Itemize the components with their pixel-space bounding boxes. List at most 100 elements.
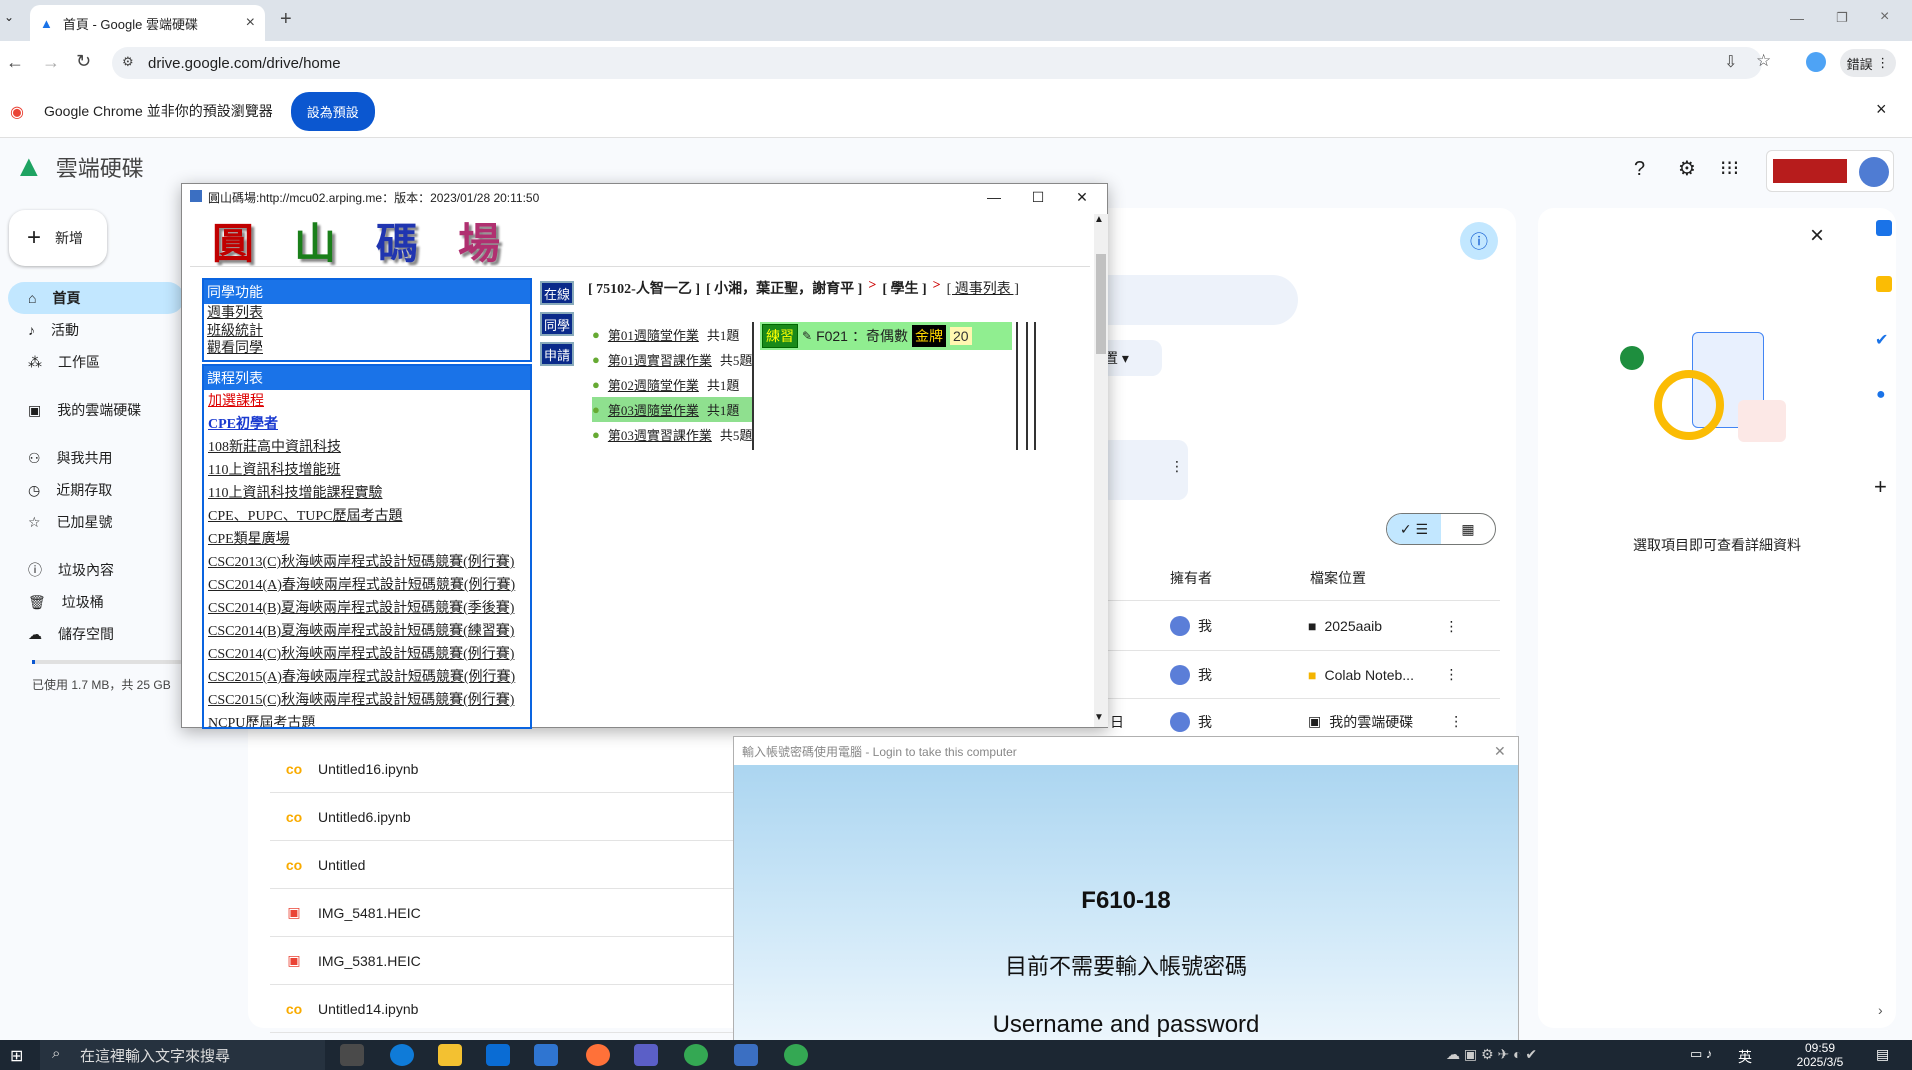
homework-title[interactable]: 第01週實習課作業 bbox=[608, 350, 712, 369]
link-weekly[interactable]: 週事列表 bbox=[204, 304, 530, 323]
nav-starred[interactable]: ☆ 已加星號 bbox=[8, 506, 184, 538]
taskbar-search[interactable]: ⌕ 在這裡輸入文字來搜尋 bbox=[40, 1040, 325, 1070]
profile-button[interactable]: 錯誤 ⋮ bbox=[1840, 49, 1896, 77]
nav-trash[interactable]: 🗑 垃圾桶 bbox=[8, 586, 184, 618]
classmates-button[interactable]: 同學 bbox=[540, 312, 574, 336]
settings-gear-icon[interactable]: ⚙ bbox=[1678, 156, 1696, 181]
course-link[interactable]: CSC2013(C)秋海峽兩岸程式設計短碼競賽(例行賽) bbox=[204, 551, 530, 574]
install-icon[interactable]: ⇩ bbox=[1724, 52, 1737, 72]
reload-icon[interactable]: ↻ bbox=[76, 51, 91, 72]
info-icon[interactable]: ⓘ bbox=[1460, 222, 1498, 260]
scroll-down-icon[interactable]: ▼ bbox=[1094, 712, 1104, 723]
list-item[interactable]: ● 第02週隨堂作業 共1題 bbox=[592, 372, 752, 397]
course-link[interactable]: CSC2014(B)夏海峽兩岸程式設計短碼競賽(練習賽) bbox=[204, 620, 530, 643]
course-link[interactable]: 110上資訊科技增能課程實驗 bbox=[204, 482, 530, 505]
more-options-icon[interactable]: ⋮ bbox=[1444, 666, 1458, 683]
notification-icon[interactable]: ▤ bbox=[1876, 1046, 1889, 1063]
search-bar-fragment[interactable] bbox=[1080, 275, 1298, 325]
scroll-thumb[interactable] bbox=[1096, 254, 1106, 354]
course-link[interactable]: CSC2014(C)秋海峽兩岸程式設計短碼競賽(例行賽) bbox=[204, 643, 530, 666]
course-link[interactable]: 110上資訊科技增能班 bbox=[204, 459, 530, 482]
ime-indicator[interactable]: 英 bbox=[1738, 1047, 1752, 1067]
more-options-icon[interactable]: ⋮ bbox=[1449, 713, 1463, 730]
problem-id[interactable]: F021 bbox=[816, 328, 848, 344]
nav-spam[interactable]: ⓘ 垃圾內容 bbox=[8, 554, 184, 586]
restore-icon[interactable]: ❐ bbox=[1836, 10, 1848, 26]
add-addon-icon[interactable]: + bbox=[1874, 474, 1887, 500]
table-row[interactable]: 我 ■ Colab Noteb... ⋮ bbox=[1108, 650, 1500, 698]
address-bar[interactable]: drive.google.com/drive/home bbox=[112, 47, 1762, 79]
suggested-card-fragment[interactable]: ⋮ bbox=[1100, 440, 1188, 500]
course-link[interactable]: CSC2015(C)秋海峽兩岸程式設計短碼競賽(例行賽) bbox=[204, 689, 530, 712]
file-explorer-icon[interactable] bbox=[438, 1044, 462, 1066]
homework-title[interactable]: 第03週實習課作業 bbox=[608, 425, 712, 444]
course-link[interactable]: CPE類星廣場 bbox=[204, 528, 530, 551]
course-link[interactable]: CSC2014(B)夏海峽兩岸程式設計短碼競賽(季後賽) bbox=[204, 597, 530, 620]
apps-grid-icon[interactable]: ⁝⁝⁝ bbox=[1720, 156, 1739, 181]
apply-button[interactable]: 申請 bbox=[540, 342, 574, 366]
task-view-icon[interactable] bbox=[340, 1044, 364, 1066]
more-options-icon[interactable]: ⋮ bbox=[1444, 618, 1458, 635]
edge-icon[interactable] bbox=[390, 1044, 414, 1066]
problem-name[interactable]: ：奇偶數 bbox=[852, 326, 908, 346]
new-button[interactable]: + 新增 bbox=[9, 210, 107, 266]
bookmark-star-icon[interactable]: ☆ bbox=[1756, 51, 1771, 71]
minimize-icon[interactable]: — bbox=[1790, 10, 1804, 26]
popup-minimize-icon[interactable]: — bbox=[972, 184, 1016, 210]
tray-icons[interactable]: ☁ ▣ ⚙ ✈ ◐ ✔ bbox=[1446, 1046, 1537, 1063]
keep-icon[interactable] bbox=[1876, 276, 1892, 292]
infobar-close-icon[interactable]: × bbox=[1876, 99, 1887, 120]
new-tab-icon[interactable]: + bbox=[280, 8, 292, 31]
browser-tab[interactable]: ▲ 首頁 - Google 雲端硬碟 × bbox=[30, 5, 265, 41]
popup-maximize-icon[interactable]: ☐ bbox=[1016, 184, 1060, 210]
mail-icon[interactable] bbox=[534, 1044, 558, 1066]
nav-storage[interactable]: ☁ 儲存空間 bbox=[8, 618, 184, 650]
set-default-button[interactable]: 設為預設 bbox=[290, 91, 375, 131]
more-options-icon[interactable]: ⋮ bbox=[1170, 458, 1184, 475]
course-link[interactable]: CPE初學者 bbox=[204, 413, 530, 436]
account-switcher[interactable] bbox=[1766, 150, 1894, 192]
link-class-stats[interactable]: 班級統計 bbox=[204, 323, 530, 340]
nav-shared[interactable]: ⚇ 與我共用 bbox=[8, 442, 184, 474]
network-icon[interactable]: ▭ ♪ bbox=[1690, 1046, 1712, 1062]
table-row[interactable]: 我 ■ 2025aaib ⋮ bbox=[1108, 602, 1500, 650]
homework-title[interactable]: 第01週隨堂作業 bbox=[608, 325, 699, 344]
course-link[interactable]: CSC2014(A)春海峽兩岸程式設計短碼競賽(例行賽) bbox=[204, 574, 530, 597]
chrome-profile-icon[interactable] bbox=[784, 1044, 808, 1066]
nav-activity[interactable]: ♪ 活動 bbox=[8, 314, 184, 346]
extension-icon[interactable] bbox=[1806, 52, 1826, 72]
forward-icon[interactable]: → bbox=[42, 52, 60, 73]
expand-rail-icon[interactable]: › bbox=[1878, 1002, 1883, 1018]
homework-title[interactable]: 第02週隨堂作業 bbox=[608, 375, 699, 394]
tab-list-icon[interactable]: ⌄ bbox=[4, 10, 14, 24]
login-close-icon[interactable]: ✕ bbox=[1494, 743, 1506, 760]
course-link[interactable]: 108新莊高中資訊科技 bbox=[204, 436, 530, 459]
course-link[interactable]: CPE、PUPC、TUPC歷屆考古題 bbox=[204, 505, 530, 528]
scroll-up-icon[interactable]: ▲ bbox=[1094, 214, 1104, 225]
windows-start-icon[interactable]: ⊞ bbox=[10, 1046, 23, 1066]
list-item[interactable]: ● 第03週隨堂作業 共1題 bbox=[592, 397, 752, 422]
contacts-icon[interactable]: ● bbox=[1876, 386, 1886, 404]
course-link[interactable]: CSC2015(A)春海峽兩岸程式設計短碼競賽(例行賽) bbox=[204, 666, 530, 689]
firefox-icon[interactable] bbox=[586, 1044, 610, 1066]
problem-row[interactable]: 練習 ✎ F021 ：奇偶數 金牌 20 bbox=[760, 322, 1012, 350]
window-close-icon[interactable]: × bbox=[1880, 8, 1889, 26]
nav-home[interactable]: ⌂ 首頁 bbox=[8, 282, 184, 314]
list-item[interactable]: ● 第01週隨堂作業 共1題 bbox=[592, 322, 752, 347]
nav-my-drive[interactable]: ▣ 我的雲端硬碟 bbox=[8, 394, 184, 426]
help-icon[interactable]: ? bbox=[1634, 158, 1645, 181]
site-info-icon[interactable]: ⚙ bbox=[122, 54, 134, 70]
store-icon[interactable] bbox=[486, 1044, 510, 1066]
tab-close-icon[interactable]: × bbox=[246, 14, 255, 32]
teams-icon[interactable] bbox=[634, 1044, 658, 1066]
nav-recent[interactable]: ◷ 近期存取 bbox=[8, 474, 184, 506]
clock[interactable]: 09:59 2025/3/5 bbox=[1792, 1041, 1848, 1069]
list-item[interactable]: ● 第01週實習課作業 共5題 bbox=[592, 347, 752, 372]
view-toggle[interactable]: ✓ ☰ ▦ bbox=[1386, 513, 1496, 545]
drive-logo[interactable]: ▲ 雲端硬碟 bbox=[14, 150, 144, 184]
nav-workspaces[interactable]: ⁂ 工作區 bbox=[8, 346, 184, 378]
course-link[interactable]: NCPU歷屆考古題 bbox=[204, 712, 530, 727]
link-view-classmates[interactable]: 觀看同學 bbox=[204, 340, 530, 357]
list-item[interactable]: ● 第03週實習課作業 共5題 bbox=[592, 422, 752, 447]
grid-view-icon[interactable]: ▦ bbox=[1441, 514, 1495, 544]
